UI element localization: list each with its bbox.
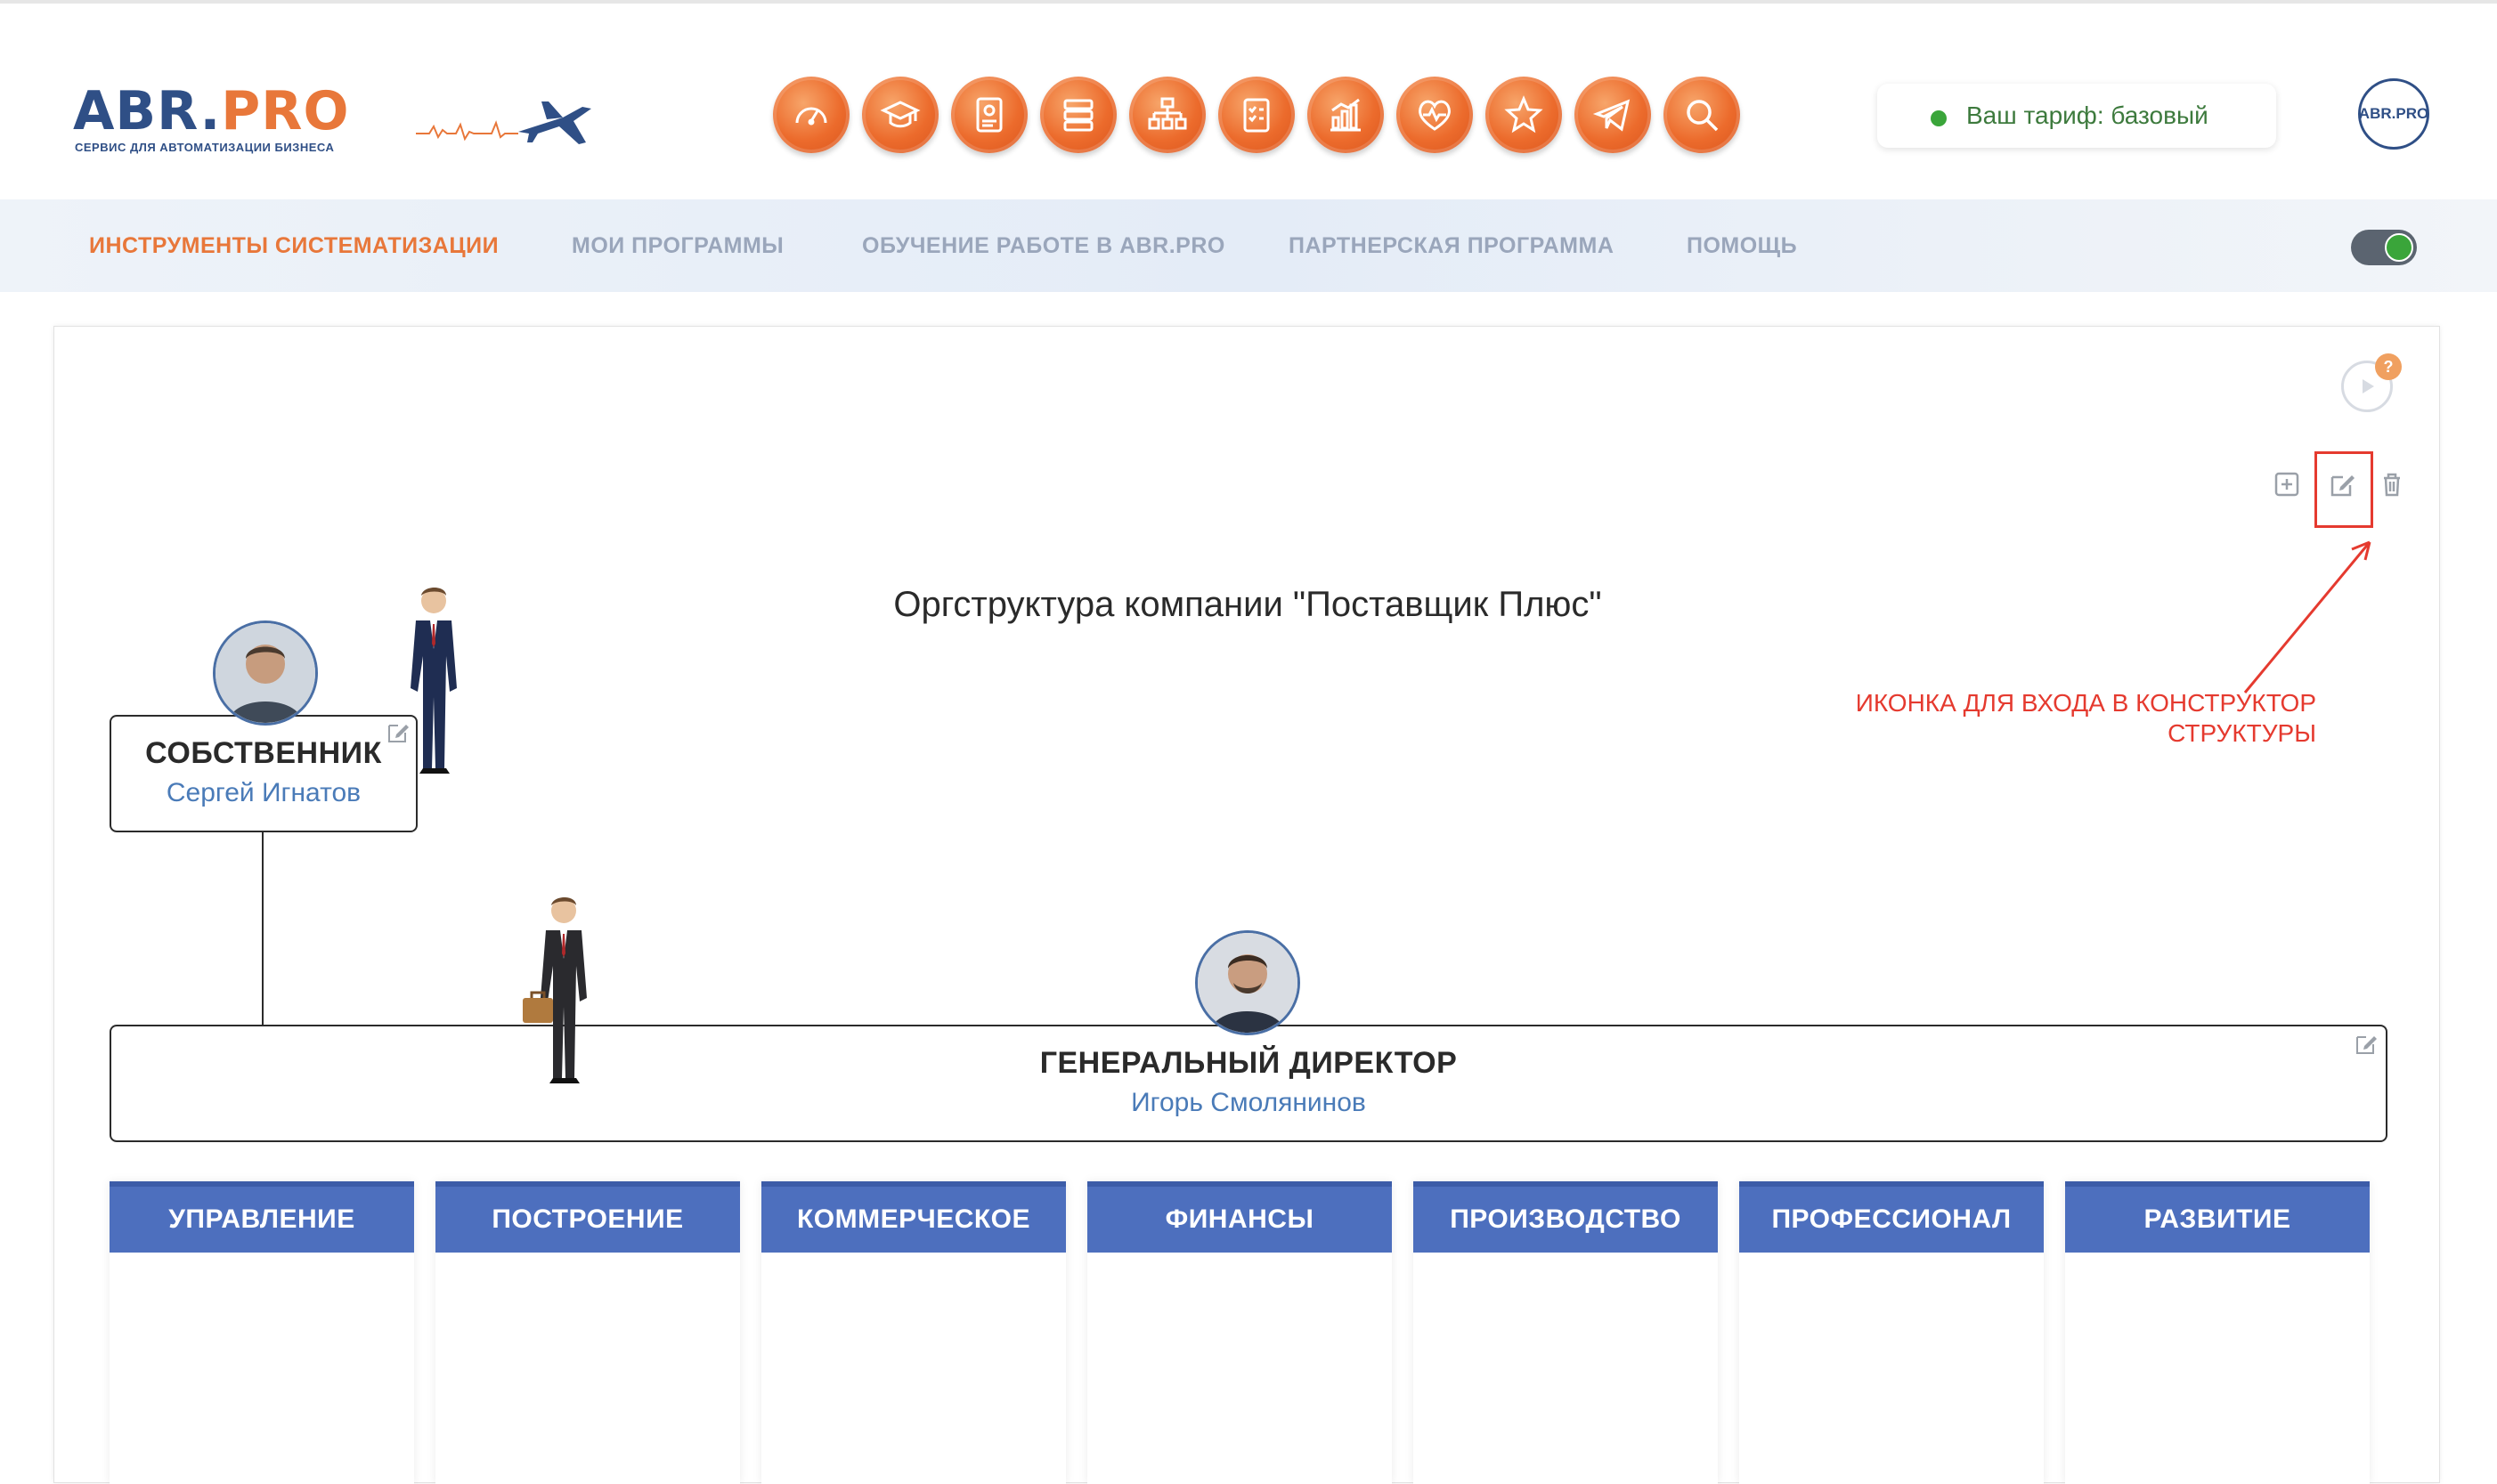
trash-icon[interactable] xyxy=(2377,469,2407,499)
org-chart-icon[interactable] xyxy=(1129,77,1206,153)
dept-column-development: РАЗВИТИЕ xyxy=(2065,1181,2370,1484)
owner-photo xyxy=(213,620,318,726)
connector-line xyxy=(262,832,264,1026)
play-icon xyxy=(2363,379,2374,393)
user-avatar[interactable]: ABR.PRO xyxy=(2358,78,2429,150)
avatar-text: ABR.PRO xyxy=(2358,105,2429,122)
plane-icon xyxy=(416,101,591,144)
dept-header-finance[interactable]: ФИНАНСЫ xyxy=(1087,1181,1392,1253)
logo[interactable]: ABR.PRO СЕРВИС ДЛЯ АВТОМАТИЗАЦИИ БИЗНЕСА xyxy=(73,80,591,160)
stack-icon[interactable] xyxy=(1040,77,1117,153)
businessman-illustration xyxy=(411,588,457,774)
heart-icon[interactable] xyxy=(1396,77,1473,153)
logo-tagline: СЕРВИС ДЛЯ АВТОМАТИЗАЦИИ БИЗНЕСА xyxy=(75,141,335,154)
nav-item-partner[interactable]: ПАРТНЕРСКАЯ ПРОГРАММА xyxy=(1289,233,1614,259)
header: ABR.PRO СЕРВИС ДЛЯ АВТОМАТИЗАЦИИ БИЗНЕСА… xyxy=(0,4,2497,199)
graduation-cap-icon[interactable] xyxy=(862,77,939,153)
logo-abr: ABR. xyxy=(73,80,222,142)
theme-toggle[interactable] xyxy=(2351,230,2417,265)
add-icon[interactable] xyxy=(2272,469,2302,499)
status-dot xyxy=(1931,110,1947,126)
telegram-icon[interactable] xyxy=(1574,77,1651,153)
toggle-knob xyxy=(2385,233,2413,262)
dept-header-professional[interactable]: ПРОФЕССИОНАЛ xyxy=(1739,1181,2044,1253)
document-gear-icon[interactable] xyxy=(951,77,1028,153)
dept-header-production[interactable]: ПРОИЗВОДСТВО xyxy=(1413,1181,1718,1253)
nav-item-help[interactable]: ПОМОЩЬ xyxy=(1687,233,1797,259)
edit-highlight xyxy=(2314,451,2373,528)
dept-header-commercial[interactable]: КОММЕРЧЕСКОЕ xyxy=(761,1181,1066,1253)
ceo-edit-icon[interactable] xyxy=(2354,1030,2380,1057)
logo-wordmark: ABR.PRO xyxy=(73,80,349,142)
ceo-role: ГЕНЕРАЛЬНЫЙ ДИРЕКТОР xyxy=(1039,1046,1458,1080)
ceo-name: Игорь Смолянинов xyxy=(1131,1088,1366,1117)
dept-column-management: УПРАВЛЕНИЕ xyxy=(110,1181,414,1484)
dept-column-professional: ПРОФЕССИОНАЛ xyxy=(1739,1181,2044,1484)
speedometer-icon[interactable] xyxy=(773,77,850,153)
owner-card[interactable]: СОБСТВЕННИК Сергей Игнатов xyxy=(110,715,418,832)
help-badge[interactable]: ? xyxy=(2375,353,2402,380)
businessman-briefcase-illustration xyxy=(523,897,587,1083)
main-nav: ИНСТРУМЕНТЫ СИСТЕМАТИЗАЦИИ МОИ ПРОГРАММЫ… xyxy=(0,199,2497,292)
person-photo-icon xyxy=(1198,933,1297,1033)
checklist-icon[interactable] xyxy=(1218,77,1295,153)
dept-header-management[interactable]: УПРАВЛЕНИЕ xyxy=(110,1181,414,1253)
search-icon[interactable] xyxy=(1663,77,1740,153)
owner-name: Сергей Игнатов xyxy=(166,778,362,807)
dept-column-finance: ФИНАНСЫ xyxy=(1087,1181,1392,1484)
tool-icon-bar xyxy=(773,77,1740,153)
dept-header-development[interactable]: РАЗВИТИЕ xyxy=(2065,1181,2370,1253)
person-photo-icon xyxy=(216,623,315,723)
owner-role: СОБСТВЕННИК xyxy=(145,736,382,770)
nav-item-tools[interactable]: ИНСТРУМЕНТЫ СИСТЕМАТИЗАЦИИ xyxy=(89,233,499,259)
bar-chart-icon[interactable] xyxy=(1307,77,1384,153)
org-structure-panel: ? ИКОНКА ДЛЯ ВХОДА В КОНСТРУКТОР СТРУКТУ… xyxy=(53,326,2440,1484)
ceo-photo xyxy=(1195,930,1300,1035)
dept-header-building[interactable]: ПОСТРОЕНИЕ xyxy=(435,1181,740,1253)
star-icon[interactable] xyxy=(1485,77,1562,153)
tariff-badge[interactable]: Ваш тариф: базовый xyxy=(1877,84,2276,148)
tariff-label: Ваш тариф: базовый xyxy=(1966,101,2208,129)
annotation-text: ИКОНКА ДЛЯ ВХОДА В КОНСТРУКТОР СТРУКТУРЫ xyxy=(1855,689,2316,747)
logo-pro: PRO xyxy=(221,80,350,142)
nav-item-my-programs[interactable]: МОИ ПРОГРАММЫ xyxy=(572,233,784,259)
dept-column-building: ПОСТРОЕНИЕ xyxy=(435,1181,740,1484)
dept-column-production: ПРОИЗВОДСТВО xyxy=(1413,1181,1718,1484)
nav-item-training[interactable]: ОБУЧЕНИЕ РАБОТЕ В ABR.PRO xyxy=(862,233,1225,259)
ceo-card[interactable]: ГЕНЕРАЛЬНЫЙ ДИРЕКТОР Игорь Смолянинов xyxy=(110,1025,2387,1142)
dept-column-commercial: КОММЕРЧЕСКОЕ xyxy=(761,1181,1066,1484)
